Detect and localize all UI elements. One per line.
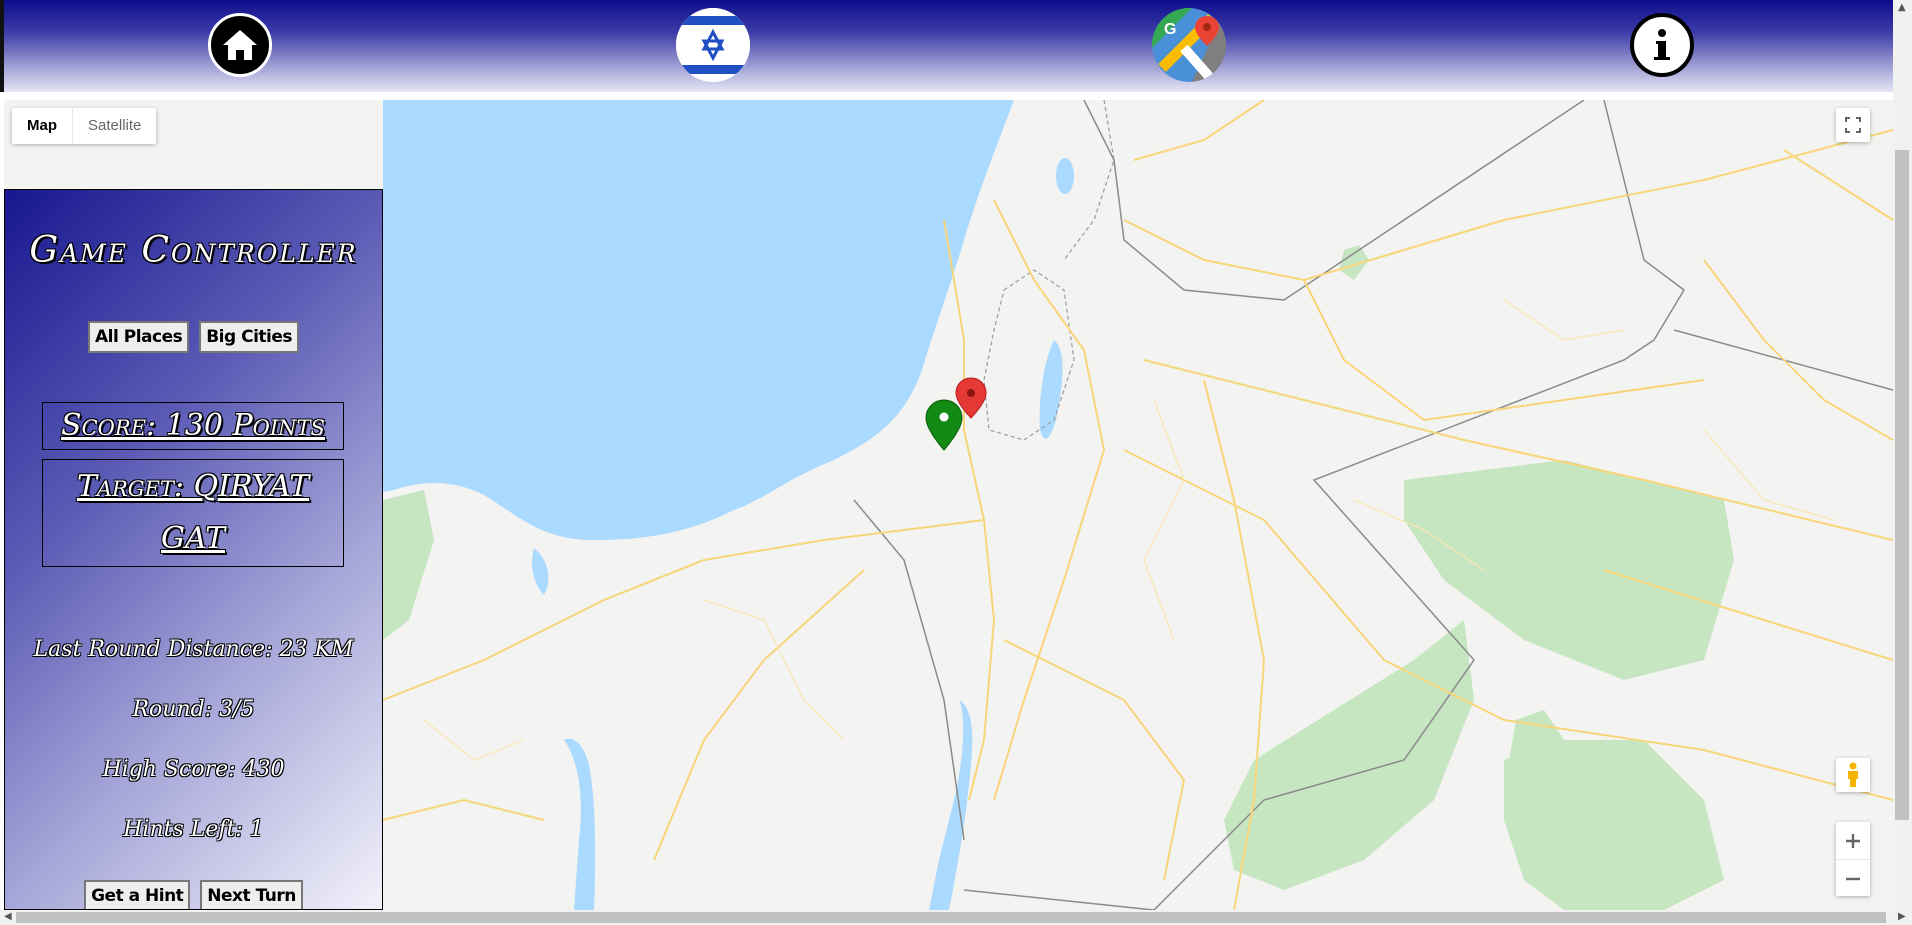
game-controller-panel: Game Controller All Places Big Cities Sc… [4,189,383,910]
big-cities-button[interactable]: Big Cities [199,321,299,353]
gulf-of-aqaba [929,700,973,910]
target-marker[interactable] [925,399,963,451]
panel-title: Game Controller [29,230,358,271]
mode-selector: All Places Big Cities [5,321,382,353]
scroll-right-icon[interactable]: ▶ [1898,911,1906,922]
target-text: Target: QIRYAT GAT [76,469,310,556]
horizontal-scroll-thumb[interactable] [16,912,1886,923]
all-places-button[interactable]: All Places [88,321,190,353]
reserve-south [1224,620,1474,890]
next-turn-button[interactable]: Next Turn [200,880,303,909]
israel-flag-icon [676,8,750,82]
plus-icon [1846,833,1860,848]
get-hint-button[interactable]: Get a Hint [84,880,191,909]
home-button[interactable] [208,13,272,77]
map-type-map-button[interactable]: Map [12,108,72,144]
last-round-distance: Last Round Distance: 23 KM [33,637,354,662]
dead-sea [1039,340,1063,439]
fullscreen-icon [1845,117,1861,133]
scroll-up-icon[interactable]: ▲ [1898,2,1906,13]
park-west [383,490,434,640]
header-divider [4,92,1893,100]
score-text: Score: 130 Points [61,408,325,443]
minus-icon [1846,877,1860,880]
fullscreen-button[interactable] [1836,108,1870,142]
round-counter: Round: 3/5 [132,697,255,722]
vertical-scroll-thumb[interactable] [1895,150,1909,820]
pegman-icon [1848,762,1858,787]
bitter-lake [532,548,549,595]
zoom-out-button[interactable] [1836,859,1870,897]
vertical-scrollbar[interactable]: ▲ [1893,0,1912,910]
top-navigation-bar: G [0,0,1893,92]
street-view-pegman[interactable] [1836,758,1870,792]
sea-of-galilee [1056,158,1074,194]
svg-text:G: G [1164,21,1176,38]
high-score: High Score: 430 [102,757,285,782]
map-type-control: Map Satellite [12,108,157,144]
score-box: Score: 130 Points [42,402,344,450]
google-maps-icon: G [1152,8,1226,82]
info-button[interactable] [1630,13,1694,77]
zoom-in-button[interactable] [1836,822,1870,859]
horizontal-scrollbar[interactable]: ◀ ▶ [0,910,1912,925]
gulf-of-suez [564,738,596,910]
info-icon [1654,29,1670,60]
zoom-control [1836,822,1870,896]
home-icon [223,30,257,60]
hints-left: Hints Left: 1 [123,817,264,842]
israel-flag-button[interactable] [676,8,750,82]
scroll-left-icon[interactable]: ◀ [4,911,12,922]
google-maps-button[interactable]: G [1152,8,1226,82]
map-type-satellite-button[interactable]: Satellite [72,108,156,144]
action-buttons: Get a Hint Next Turn [5,880,382,909]
target-box: Target: QIRYAT GAT [42,459,344,567]
